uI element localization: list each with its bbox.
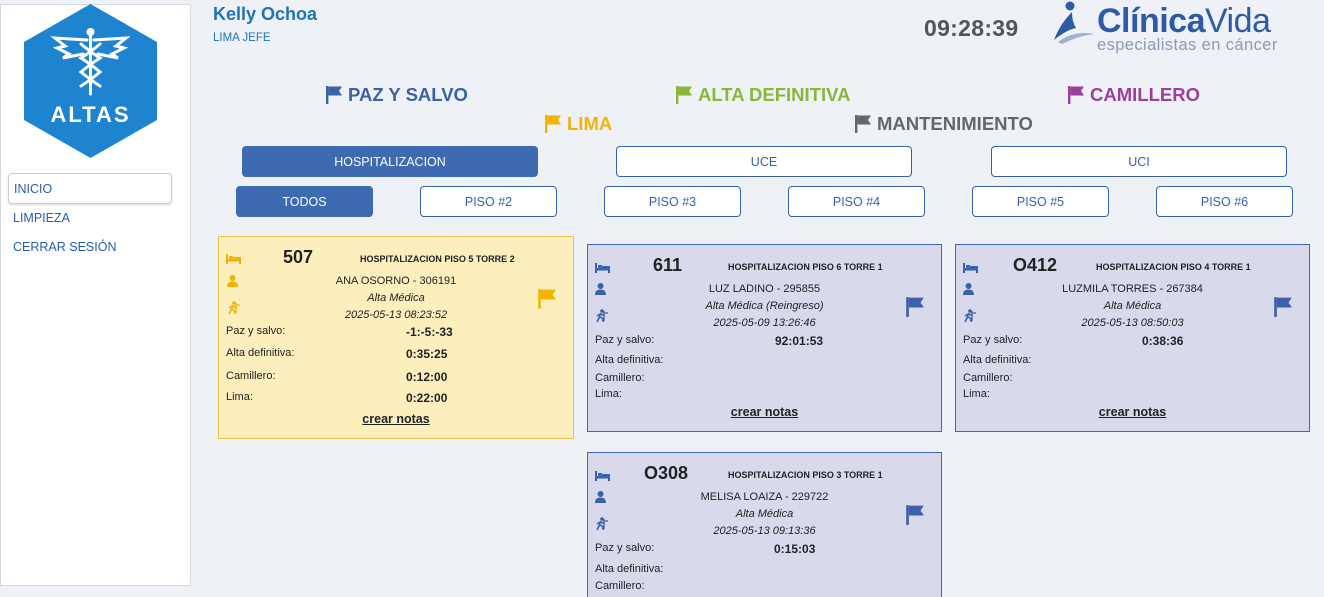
bed-icon (963, 263, 978, 273)
room-number: 507 (283, 247, 314, 267)
alta-type: Alta Médica (1103, 300, 1162, 312)
room-location: HOSPITALIZACION PISO 3 TORRE 1 (728, 470, 883, 480)
floor-piso-6-button[interactable]: PISO #6 (1156, 186, 1293, 217)
sidebar-nav: INICIO LIMPIEZA CERRAR SESIÓN (8, 173, 172, 262)
patient-card[interactable]: O308 HOSPITALIZACION PISO 3 TORRE 1 MELI… (587, 452, 942, 597)
room-number: O412 (1013, 255, 1058, 275)
patient-card[interactable]: 507 HOSPITALIZACION PISO 5 TORRE 2 ANA O… (218, 236, 574, 439)
floor-piso-4-button[interactable]: PISO #4 (788, 186, 925, 217)
crear-notas-link[interactable]: crear notas (956, 405, 1309, 419)
floor-piso-2-button[interactable]: PISO #2 (420, 186, 557, 217)
room-location: HOSPITALIZACION PISO 5 TORRE 2 (360, 254, 515, 264)
flag-icon (906, 297, 924, 317)
discharge-date: 2025-05-09 13:26:46 (713, 317, 816, 329)
legend-mantenimiento: MANTENIMIENTO (854, 113, 1033, 135)
camillero-label: Camillero: (963, 372, 1013, 384)
paz-y-salvo-label: Paz y salvo: (963, 334, 1023, 346)
legend-camillero: CAMILLERO (1067, 84, 1200, 106)
altas-logo: ALTAS (24, 4, 157, 158)
paz-y-salvo-value: 0:15:03 (774, 542, 816, 556)
alta-definitiva-value: 0:35:25 (406, 347, 448, 361)
legend-paz-y-salvo: PAZ Y SALVO (325, 84, 468, 106)
sidebar: ALTAS INICIO LIMPIEZA CERRAR SESIÓN (0, 4, 191, 586)
lima-label: Lima: (226, 391, 253, 403)
flag-icon (1068, 86, 1084, 104)
camillero-value: 0:12:00 (406, 370, 448, 384)
room-number: O308 (644, 463, 689, 483)
crear-notas-link[interactable]: crear notas (588, 405, 941, 419)
logo-text: ALTAS (50, 102, 130, 127)
alta-type: Alta Médica (Reingreso) (705, 300, 824, 312)
paz-y-salvo-label: Paz y salvo: (595, 542, 655, 554)
paz-y-salvo-value: 92:01:53 (775, 334, 824, 348)
user-name: Kelly Ochoa (213, 4, 318, 24)
area-uci-button[interactable]: UCI (991, 146, 1287, 177)
patient-card[interactable]: 611 HOSPITALIZACION PISO 6 TORRE 1 LUZ L… (587, 244, 942, 432)
floor-piso-5-button[interactable]: PISO #5 (972, 186, 1109, 217)
discharge-date: 2025-05-13 09:13:36 (713, 525, 816, 537)
clinica-vida-emblem-icon (1054, 1, 1094, 44)
alta-type: Alta Médica (735, 508, 794, 520)
alta-definitiva-label: Alta definitiva: (595, 563, 664, 575)
patient-name: LUZMILA TORRES - 267384 (1062, 283, 1203, 295)
flag-icon (676, 86, 692, 104)
nav-cerrar-sesion[interactable]: CERRAR SESIÓN (8, 233, 172, 262)
discharge-date: 2025-05-13 08:50:03 (1081, 317, 1184, 329)
crear-notas-link[interactable]: crear notas (219, 412, 573, 426)
alta-definitiva-label: Alta definitiva: (226, 347, 295, 359)
nav-limpieza[interactable]: LIMPIEZA (8, 204, 172, 233)
camillero-label: Camillero: (595, 580, 645, 592)
clinica-vida-logo: ClínicaVida especialistas en cáncer (1050, 0, 1300, 60)
user-role: LIMA JEFE (213, 32, 271, 44)
paz-y-salvo-value: 0:38:36 (1142, 334, 1184, 348)
floor-piso-3-button[interactable]: PISO #3 (604, 186, 741, 217)
paz-y-salvo-value: -1:-5:-33 (406, 325, 453, 339)
flag-icon (545, 115, 561, 133)
flag-icon (326, 86, 342, 104)
discharge-date: 2025-05-13 08:23:52 (344, 309, 448, 321)
flag-icon (1274, 297, 1292, 317)
camillero-label: Camillero: (226, 370, 276, 382)
patient-name: MELISA LOAIZA - 229722 (700, 491, 829, 503)
patient-name: LUZ LADINO - 295855 (708, 283, 821, 295)
lima-label: Lima: (595, 388, 622, 400)
alta-type: Alta Médica (367, 292, 425, 304)
flag-icon (855, 115, 871, 133)
clock: 09:28:39 (924, 15, 1019, 41)
lima-value: 0:22:00 (406, 391, 448, 405)
flag-icon (906, 505, 924, 525)
paz-y-salvo-label: Paz y salvo: (595, 334, 655, 346)
nav-inicio[interactable]: INICIO (8, 173, 172, 204)
flag-icon (538, 289, 556, 309)
bed-icon (595, 263, 610, 273)
alta-definitiva-label: Alta definitiva: (963, 354, 1032, 366)
patient-name: ANA OSORNO - 306191 (335, 275, 457, 287)
room-number: 611 (653, 255, 683, 275)
area-uce-button[interactable]: UCE (616, 146, 912, 177)
alta-definitiva-label: Alta definitiva: (595, 354, 664, 366)
camillero-label: Camillero: (595, 372, 645, 384)
bed-icon (595, 471, 610, 481)
bed-icon (226, 254, 241, 264)
legend-lima: LIMA (544, 113, 612, 135)
patient-card[interactable]: O412 HOSPITALIZACION PISO 4 TORRE 1 LUZM… (955, 244, 1310, 432)
brand-tagline: especialistas en cáncer (1097, 36, 1278, 54)
area-hospitalizacion-button[interactable]: HOSPITALIZACION (242, 146, 538, 177)
lima-label: Lima: (963, 388, 990, 400)
paz-y-salvo-label: Paz y salvo: (226, 325, 286, 337)
room-location: HOSPITALIZACION PISO 4 TORRE 1 (1096, 262, 1251, 272)
floor-todos-button[interactable]: TODOS (236, 186, 373, 217)
legend-alta-definitiva: ALTA DEFINITIVA (675, 84, 850, 106)
room-location: HOSPITALIZACION PISO 6 TORRE 1 (728, 262, 883, 272)
